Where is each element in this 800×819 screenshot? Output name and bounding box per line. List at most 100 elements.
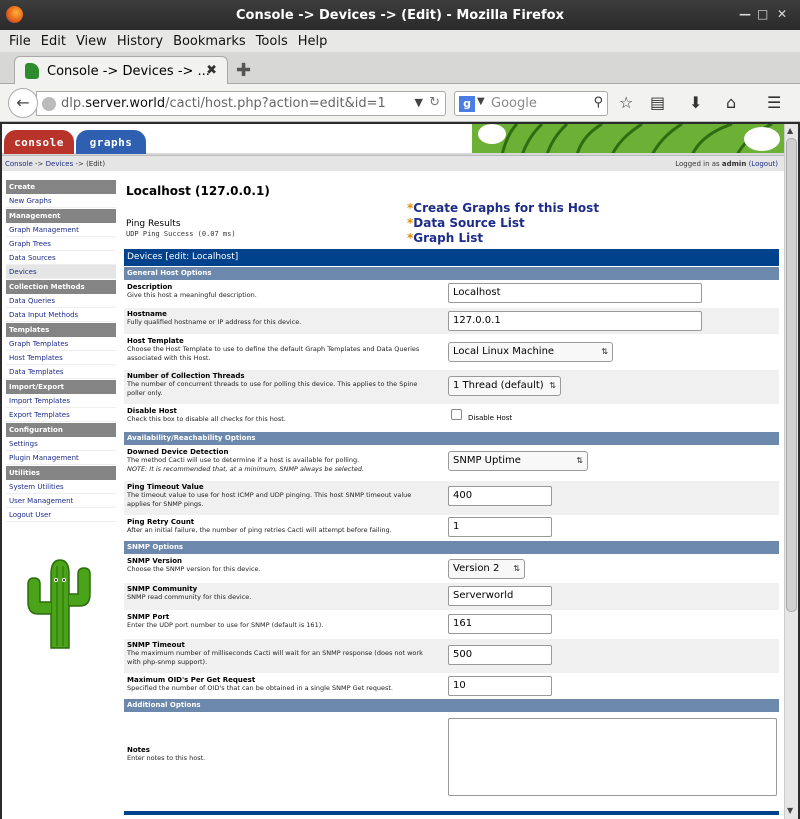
search-engine-dropdown-icon[interactable]: ▼ xyxy=(477,96,485,107)
section-additional-options: Additional Options xyxy=(124,699,779,712)
ping-timeout-help: The timeout value to use for host ICMP a… xyxy=(127,491,412,508)
hostname-input[interactable]: 127.0.0.1 xyxy=(448,311,702,331)
snmp-version-select[interactable]: Version 2 ⇅ xyxy=(448,559,525,579)
url-domain: server.world xyxy=(85,96,166,111)
breadcrumb-separator: -> xyxy=(32,160,46,168)
scrollbar-thumb[interactable] xyxy=(786,138,797,612)
sidebar-heading-templates: Templates xyxy=(6,323,116,337)
login-user: admin xyxy=(721,160,747,168)
sidebar-heading-collection-methods: Collection Methods xyxy=(6,280,116,294)
data-source-list-link[interactable]: Data Source List xyxy=(413,216,525,230)
window-title: Console -> Devices -> (Edit) - Mozilla F… xyxy=(236,7,564,23)
description-input[interactable]: Localhost xyxy=(448,283,702,303)
menu-tools[interactable]: Tools xyxy=(256,34,288,49)
binoculars-icon[interactable]: ⚲ xyxy=(593,95,603,110)
login-prefix: Logged in as xyxy=(675,160,722,168)
create-graphs-link[interactable]: Create Graphs for this Host xyxy=(413,201,599,215)
url-path: /cacti/host.php?action=edit&id=1 xyxy=(165,96,386,111)
select-arrows-icon: ⇅ xyxy=(549,381,556,390)
host-template-help: Choose the Host Template to use to defin… xyxy=(127,345,420,362)
back-arrow-icon: ← xyxy=(16,93,30,112)
minimize-icon[interactable]: — xyxy=(739,7,751,21)
sidebar-item-data-sources[interactable]: Data Sources xyxy=(6,251,116,265)
menu-history[interactable]: History xyxy=(117,34,163,49)
sidebar-item-graph-management[interactable]: Graph Management xyxy=(6,223,116,237)
logout-link[interactable]: (Logout) xyxy=(749,160,778,168)
reload-icon[interactable]: ↻ xyxy=(429,95,440,110)
close-window-icon[interactable]: ✕ xyxy=(777,7,787,21)
snmp-community-input[interactable]: Serverworld xyxy=(448,586,552,606)
breadcrumb-devices[interactable]: Devices xyxy=(46,160,74,168)
new-tab-icon[interactable]: ✚ xyxy=(236,60,251,81)
snmp-timeout-input[interactable]: 500 xyxy=(448,645,552,665)
select-arrows-icon: ⇅ xyxy=(513,564,520,573)
select-arrows-icon: ⇅ xyxy=(576,456,583,465)
console-tab[interactable]: console xyxy=(4,130,74,154)
browser-tab[interactable]: Console -> Devices -> ... ✖ xyxy=(14,56,228,85)
hamburger-menu-icon[interactable]: ☰ xyxy=(767,93,781,112)
sidebar-item-system-utilities[interactable]: System Utilities xyxy=(6,480,116,494)
ping-retry-input[interactable]: 1 xyxy=(448,517,552,537)
page-scrollbar[interactable]: ▲ ▼ xyxy=(784,124,798,819)
scroll-down-icon[interactable]: ▼ xyxy=(787,806,793,815)
description-help: Give this host a meaningful description. xyxy=(127,291,257,299)
scroll-up-icon[interactable]: ▲ xyxy=(787,126,793,135)
search-placeholder: Google xyxy=(491,96,537,111)
breadcrumb: Console -> Devices -> (Edit) Logged in a… xyxy=(2,155,784,171)
disable-host-checkbox-label[interactable]: Disable Host xyxy=(468,414,512,422)
sidebar-item-plugin-management[interactable]: Plugin Management xyxy=(6,451,116,465)
tab-label: Console -> Devices -> ... xyxy=(47,63,210,79)
globe-icon xyxy=(42,97,56,111)
host-action-links: *Create Graphs for this Host *Data Sourc… xyxy=(407,201,599,246)
sidebar-item-user-management[interactable]: User Management xyxy=(6,494,116,508)
home-icon[interactable]: ⌂ xyxy=(726,93,736,112)
navigation-toolbar: dlp. server.world/cacti/host.php?action=e… xyxy=(0,84,800,122)
snmp-community-help: SNMP read community for this device. xyxy=(127,593,252,601)
max-oids-input[interactable]: 10 xyxy=(448,676,552,696)
ping-timeout-input[interactable]: 400 xyxy=(448,486,552,506)
graphs-tab[interactable]: graphs xyxy=(76,130,146,154)
bookmarks-list-icon[interactable]: ▤ xyxy=(650,93,665,112)
cacti-header: console graphs xyxy=(2,124,784,155)
disable-host-help: Check this box to disable all checks for… xyxy=(127,415,286,423)
select-arrows-icon: ⇅ xyxy=(601,347,608,356)
sidebar-item-devices[interactable]: Devices xyxy=(6,265,116,279)
window-titlebar: Console -> Devices -> (Edit) - Mozilla F… xyxy=(0,0,800,30)
bookmark-star-icon[interactable]: ☆ xyxy=(619,93,633,112)
google-icon: g xyxy=(459,96,475,112)
sidebar-item-export-templates[interactable]: Export Templates xyxy=(6,408,116,422)
sidebar-heading-configuration: Configuration xyxy=(6,423,116,437)
sidebar-item-settings[interactable]: Settings xyxy=(6,437,116,451)
url-dropdown-icon[interactable]: ▼ xyxy=(415,96,423,109)
downed-detection-select[interactable]: SNMP Uptime ⇅ xyxy=(448,451,588,471)
sidebar-item-logout-user[interactable]: Logout User xyxy=(6,508,116,522)
sidebar-item-import-templates[interactable]: Import Templates xyxy=(6,394,116,408)
menu-help[interactable]: Help xyxy=(298,34,328,49)
sidebar-item-data-templates[interactable]: Data Templates xyxy=(6,365,116,379)
search-box[interactable]: g ▼ Google ⚲ xyxy=(454,91,608,116)
snmp-port-input[interactable]: 161 xyxy=(448,614,552,634)
graph-list-link[interactable]: Graph List xyxy=(413,231,483,245)
back-button[interactable]: ← xyxy=(8,88,38,118)
threads-select[interactable]: 1 Thread (default) ⇅ xyxy=(448,376,561,396)
menu-edit[interactable]: Edit xyxy=(41,34,66,49)
devices-edit-header: Devices [edit: Localhost] xyxy=(124,249,779,266)
breadcrumb-console[interactable]: Console xyxy=(5,160,33,168)
disable-host-checkbox[interactable] xyxy=(451,409,462,420)
close-tab-icon[interactable]: ✖ xyxy=(206,63,217,78)
sidebar-item-host-templates[interactable]: Host Templates xyxy=(6,351,116,365)
notes-textarea[interactable] xyxy=(448,718,777,796)
download-icon[interactable]: ⬇ xyxy=(689,93,702,112)
sidebar-item-graph-trees[interactable]: Graph Trees xyxy=(6,237,116,251)
sidebar-item-graph-templates[interactable]: Graph Templates xyxy=(6,337,116,351)
url-bar[interactable]: dlp. server.world/cacti/host.php?action=e… xyxy=(36,91,446,116)
threads-help: The number of concurrent threads to use … xyxy=(127,380,418,397)
sidebar-item-data-input-methods[interactable]: Data Input Methods xyxy=(6,308,116,322)
sidebar-item-data-queries[interactable]: Data Queries xyxy=(6,294,116,308)
menu-bookmarks[interactable]: Bookmarks xyxy=(173,34,246,49)
sidebar-item-new-graphs[interactable]: New Graphs xyxy=(6,194,116,208)
menu-file[interactable]: File xyxy=(9,34,31,49)
menu-view[interactable]: View xyxy=(76,34,107,49)
maximize-icon[interactable]: □ xyxy=(757,7,768,21)
host-template-select[interactable]: Local Linux Machine ⇅ xyxy=(448,342,613,362)
